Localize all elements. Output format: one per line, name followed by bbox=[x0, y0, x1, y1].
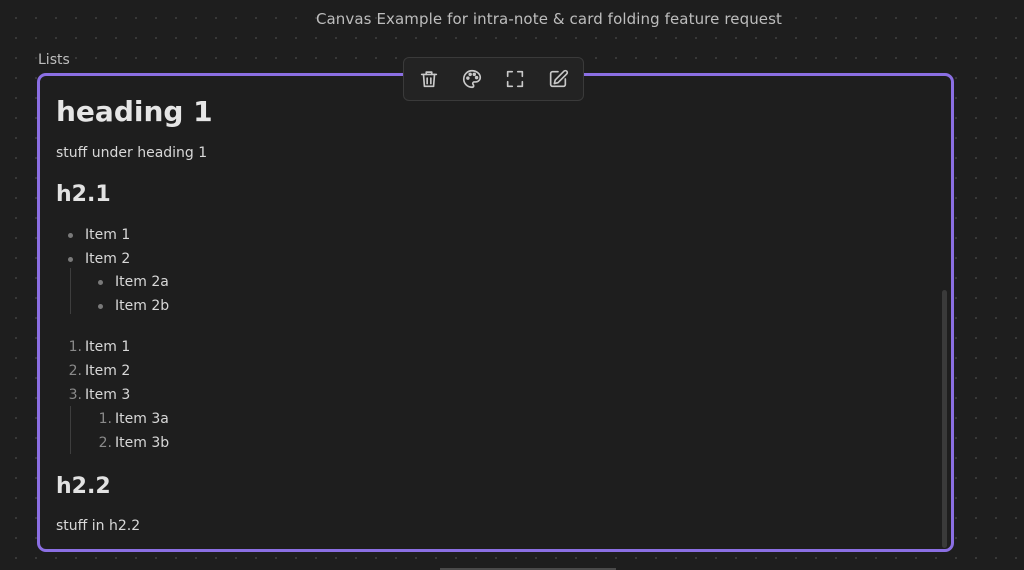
numbered-item-2: Item 2 bbox=[85, 363, 131, 379]
paragraph-under-heading-1: stuff under heading 1 bbox=[56, 145, 208, 161]
bullet-marker bbox=[68, 257, 73, 262]
card-scrollbar[interactable] bbox=[942, 290, 947, 548]
heading-1: heading 1 bbox=[56, 95, 213, 128]
bullet-item-2b: Item 2b bbox=[115, 298, 170, 314]
edit-button[interactable] bbox=[541, 62, 575, 96]
indent-guide bbox=[70, 406, 71, 454]
card-content: heading 1 stuff under heading 1 h2.1 Ite… bbox=[56, 76, 931, 549]
bullet-marker bbox=[98, 280, 103, 285]
bullet-marker bbox=[68, 233, 73, 238]
heading-h2-1: h2.1 bbox=[56, 182, 111, 207]
zoom-to-fit-icon bbox=[506, 70, 524, 88]
set-color-button[interactable] bbox=[455, 62, 489, 96]
list-number: 2. bbox=[98, 435, 112, 451]
canvas-card[interactable]: heading 1 stuff under heading 1 h2.1 Ite… bbox=[37, 73, 954, 552]
edit-icon bbox=[550, 69, 569, 88]
numbered-item-1: Item 1 bbox=[85, 339, 131, 355]
card-toolbar bbox=[403, 57, 584, 101]
numbered-item-3a: Item 3a bbox=[115, 411, 169, 427]
bullet-item-2: Item 2 bbox=[85, 251, 131, 267]
bullet-item-2a: Item 2a bbox=[115, 274, 169, 290]
list-number: 1. bbox=[98, 411, 112, 427]
canvas-node-label[interactable]: Lists bbox=[38, 52, 70, 68]
zoom-to-fit-button[interactable] bbox=[498, 62, 532, 96]
list-number: 2. bbox=[68, 363, 82, 379]
list-number: 3. bbox=[68, 387, 82, 403]
heading-h2-2: h2.2 bbox=[56, 474, 111, 499]
palette-icon bbox=[462, 69, 481, 89]
bullet-item-1: Item 1 bbox=[85, 227, 131, 243]
trash-icon bbox=[420, 71, 437, 88]
numbered-item-3b: Item 3b bbox=[115, 435, 170, 451]
delete-button[interactable] bbox=[412, 62, 446, 96]
bullet-marker bbox=[98, 304, 103, 309]
indent-guide bbox=[70, 268, 71, 314]
numbered-item-3: Item 3 bbox=[85, 387, 131, 403]
list-number: 1. bbox=[68, 339, 82, 355]
window-title: Canvas Example for intra-note & card fol… bbox=[315, 10, 783, 28]
paragraph-in-h2-2: stuff in h2.2 bbox=[56, 518, 141, 534]
